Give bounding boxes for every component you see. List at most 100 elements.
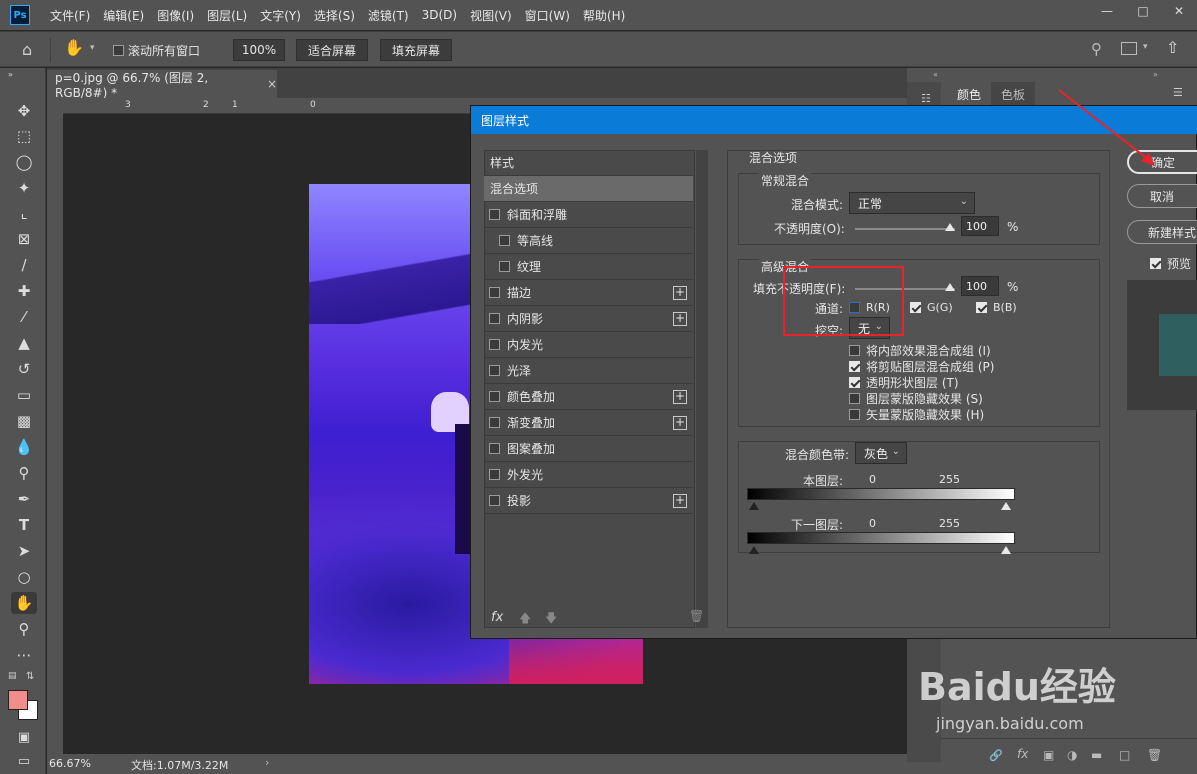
blend-if-select[interactable]: 灰色 ⌄ <box>855 442 907 464</box>
checkbox-icon[interactable] <box>489 469 500 480</box>
style-row-color-overlay[interactable]: 颜色叠加 + <box>484 384 693 410</box>
opacity-slider[interactable] <box>855 228 955 230</box>
style-row-gradient-overlay[interactable]: 渐变叠加 + <box>484 410 693 436</box>
underlying-layer-gradient[interactable] <box>747 532 1015 544</box>
close-icon[interactable]: ✕ <box>1161 0 1197 22</box>
minimize-icon[interactable]: — <box>1089 0 1125 22</box>
checkbox-icon[interactable] <box>849 393 860 404</box>
zoom-100-button[interactable]: 100% <box>233 39 285 61</box>
style-row-drop-shadow[interactable]: 投影 + <box>484 488 693 514</box>
style-row-inner-shadow[interactable]: 内阴影 + <box>484 306 693 332</box>
screen-mode-icon[interactable]: ▭ <box>11 750 37 772</box>
cancel-button[interactable]: 取消 <box>1127 184 1197 208</box>
menu-image[interactable]: 图像(I) <box>157 7 194 24</box>
blend-mode-select[interactable]: 正常 ⌄ <box>849 192 975 214</box>
zoom-status[interactable]: 66.67% <box>49 757 91 770</box>
move-tool-icon[interactable]: ✥ <box>11 100 37 122</box>
checkbox-icon[interactable] <box>1150 258 1161 269</box>
checkbox-icon[interactable] <box>489 365 500 376</box>
style-row-outer-glow[interactable]: 外发光 <box>484 462 693 488</box>
marquee-tool-icon[interactable]: ⬚ <box>11 125 37 147</box>
checkbox-icon[interactable] <box>849 345 860 356</box>
channel-b-checkbox[interactable]: B(B) <box>976 301 1017 314</box>
type-tool-icon[interactable]: T <box>11 514 37 536</box>
checkbox-icon[interactable] <box>849 361 860 372</box>
collapse-icon[interactable]: » <box>8 70 13 79</box>
eraser-tool-icon[interactable]: ▭ <box>11 384 37 406</box>
menu-layer[interactable]: 图层(L) <box>207 7 247 24</box>
scroll-all-checkbox[interactable]: 滚动所有窗口 <box>113 42 200 59</box>
quick-mask-icon[interactable]: ▣ <box>11 726 37 748</box>
channel-g-checkbox[interactable]: G(G) <box>910 301 953 314</box>
brush-tool-icon[interactable]: ⁄ <box>11 306 37 328</box>
menu-file[interactable]: 文件(F) <box>50 7 90 24</box>
style-row-inner-glow[interactable]: 内发光 <box>484 332 693 358</box>
chevron-down-icon[interactable]: ▾ <box>1143 42 1148 52</box>
checkbox-icon[interactable] <box>489 209 500 220</box>
home-icon[interactable]: ⌂ <box>22 40 32 59</box>
panel-menu-icon[interactable]: ☰ <box>1173 86 1183 99</box>
checkbox-icon[interactable] <box>976 302 987 313</box>
underlying-black-thumb[interactable] <box>749 546 759 554</box>
checkbox-icon[interactable] <box>849 377 860 388</box>
foreground-color-swatch[interactable] <box>8 690 28 710</box>
workspace-icon[interactable] <box>1121 42 1137 55</box>
preview-checkbox[interactable]: 预览 <box>1150 255 1191 272</box>
collapse-icon[interactable]: « <box>933 70 938 79</box>
menu-help[interactable]: 帮助(H) <box>583 7 625 24</box>
checkbox-icon[interactable] <box>489 417 500 428</box>
dodge-tool-icon[interactable]: ⚲ <box>11 462 37 484</box>
delete-layer-icon[interactable]: 🗑 <box>1147 748 1162 762</box>
style-row-satin[interactable]: 光泽 <box>484 358 693 384</box>
style-row-pattern-overlay[interactable]: 图案叠加 <box>484 436 693 462</box>
new-group-icon[interactable]: ▬ <box>1091 748 1102 762</box>
clone-stamp-icon[interactable]: ▲ <box>11 332 37 354</box>
hand-tool-icon[interactable]: ✋ <box>11 592 37 614</box>
pen-tool-icon[interactable]: ✒ <box>11 488 37 510</box>
menu-edit[interactable]: 编辑(E) <box>103 7 144 24</box>
checkbox-icon[interactable] <box>489 313 500 324</box>
option-checkbox[interactable]: 矢量蒙版隐藏效果 (H) <box>849 406 984 423</box>
add-icon[interactable]: + <box>673 416 687 430</box>
style-row-contour[interactable]: 等高线 <box>484 228 693 254</box>
option-checkbox[interactable]: 将剪贴图层混合成组 (P) <box>849 358 994 375</box>
menu-window[interactable]: 窗口(W) <box>525 7 570 24</box>
share-icon[interactable]: ⇧ <box>1166 38 1179 57</box>
style-row-styles[interactable]: 样式 <box>484 150 693 176</box>
search-icon[interactable]: ⚲ <box>1091 40 1102 58</box>
lasso-tool-icon[interactable]: ◯ <box>11 151 37 173</box>
add-icon[interactable]: + <box>673 390 687 404</box>
crop-tool-icon[interactable]: ⌞ <box>11 202 37 224</box>
fx-icon[interactable]: fx <box>1017 747 1028 761</box>
option-checkbox[interactable]: 透明形状图层 (T) <box>849 374 959 391</box>
blur-tool-icon[interactable]: 💧 <box>11 436 37 458</box>
history-panel-icon[interactable]: ☷ <box>921 92 931 105</box>
checkbox-icon[interactable] <box>113 45 124 56</box>
maximize-icon[interactable]: □ <box>1125 0 1161 22</box>
checkbox-icon[interactable] <box>849 409 860 420</box>
checkbox-icon[interactable] <box>499 261 510 272</box>
menu-select[interactable]: 选择(S) <box>314 7 355 24</box>
style-row-bevel[interactable]: 斜面和浮雕 <box>484 202 693 228</box>
link-layers-icon[interactable]: 🔗 <box>989 749 1003 762</box>
menu-type[interactable]: 文字(Y) <box>260 7 301 24</box>
checkbox-icon[interactable] <box>489 287 500 298</box>
fill-screen-button[interactable]: 填充屏幕 <box>380 39 452 61</box>
checkbox-icon[interactable] <box>489 495 500 506</box>
option-checkbox[interactable]: 将内部效果混合成组 (I) <box>849 342 991 359</box>
add-icon[interactable]: + <box>673 494 687 508</box>
healing-brush-icon[interactable]: ✚ <box>11 280 37 302</box>
this-layer-gradient[interactable] <box>747 488 1015 500</box>
gradient-tool-icon[interactable]: ▩ <box>11 410 37 432</box>
style-row-blending-options[interactable]: 混合选项 <box>484 176 693 202</box>
add-icon[interactable]: + <box>673 286 687 300</box>
new-layer-icon[interactable]: □ <box>1119 748 1130 762</box>
chevron-right-icon[interactable]: › <box>265 756 269 769</box>
chevron-down-icon[interactable]: ▾ <box>90 43 95 53</box>
opacity-slider-thumb[interactable] <box>945 223 955 231</box>
adjustment-layer-icon[interactable]: ◑ <box>1067 748 1077 762</box>
style-row-texture[interactable]: 纹理 <box>484 254 693 280</box>
collapse-icon[interactable]: » <box>1153 70 1158 79</box>
menu-filter[interactable]: 滤镜(T) <box>368 7 409 24</box>
style-row-stroke[interactable]: 描边 + <box>484 280 693 306</box>
